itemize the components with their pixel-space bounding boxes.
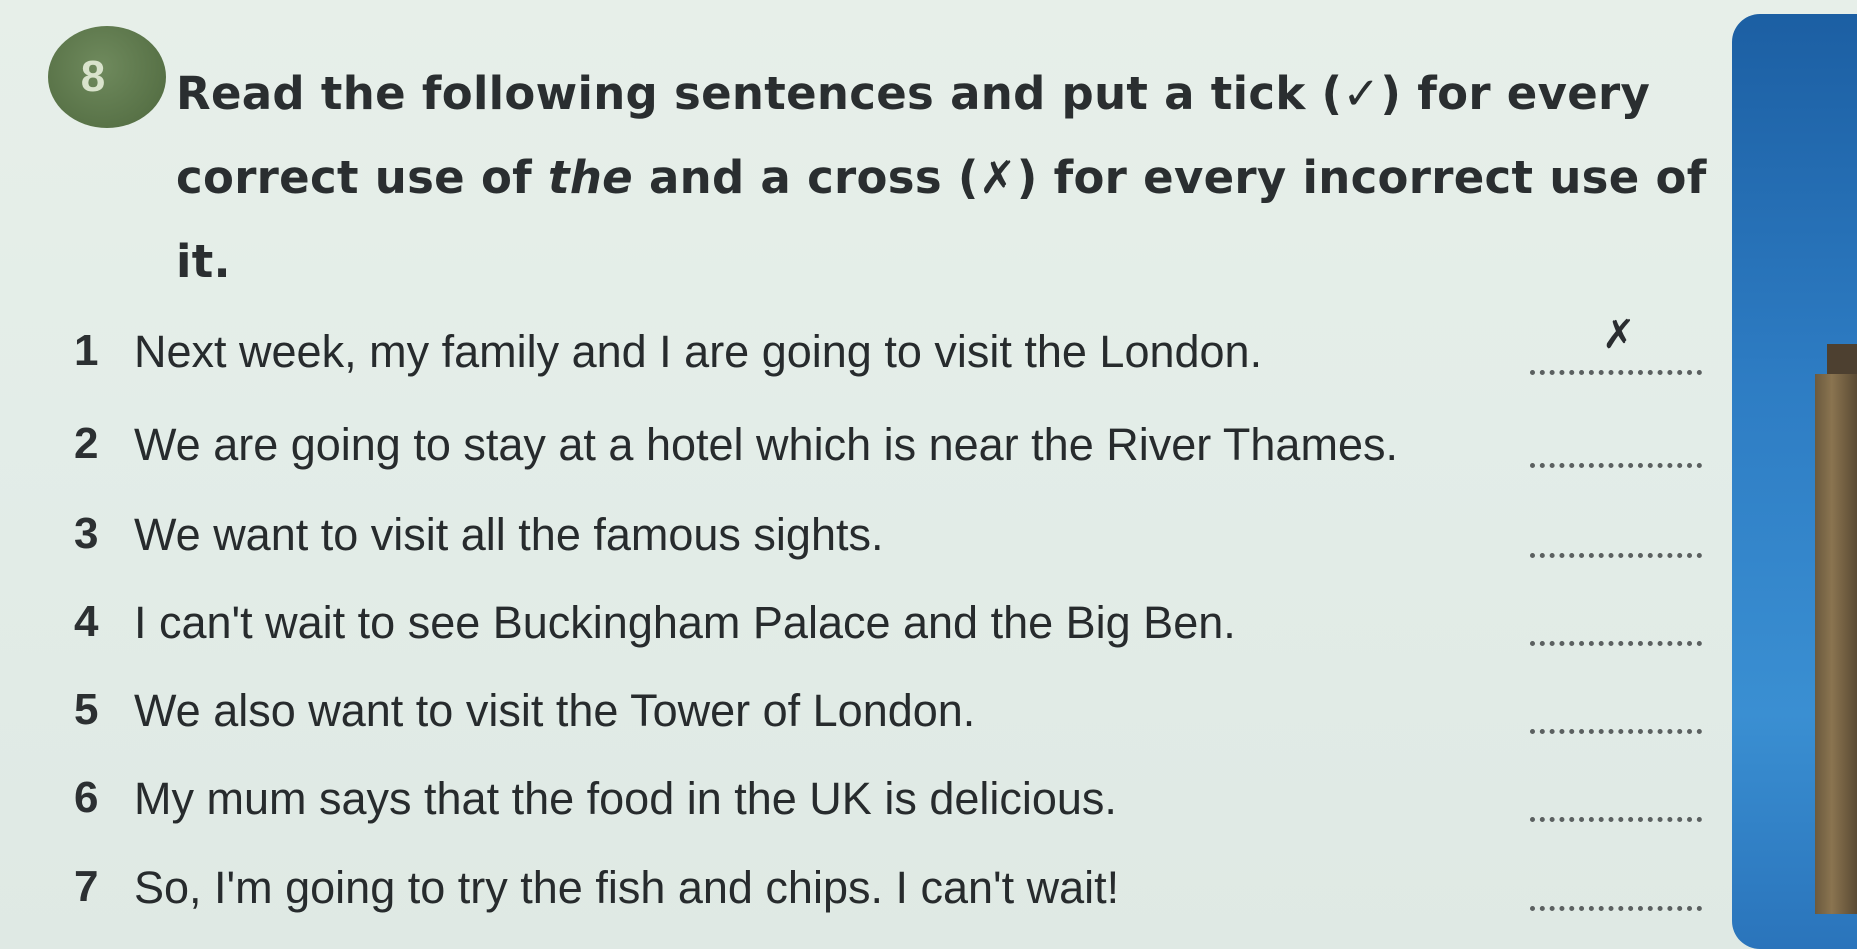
- sentence-item: 3 We want to visit all the famous sights…: [0, 509, 1720, 589]
- answer-blank[interactable]: [1530, 463, 1702, 468]
- sentence-text: I can't wait to see Buckingham Palace an…: [134, 597, 1236, 648]
- answer-mark: ✗: [1602, 312, 1636, 358]
- sentence-number: 1: [74, 326, 99, 375]
- sentence-item: 6 My mum says that the food in the UK is…: [0, 773, 1720, 853]
- sentence-number: 2: [74, 419, 99, 468]
- sentence-item: 5 We also want to visit the Tower of Lon…: [0, 685, 1720, 765]
- answer-blank[interactable]: [1530, 553, 1702, 558]
- sentence-text: So, I'm going to try the fish and chips.…: [134, 862, 1120, 913]
- sentence-text: My mum says that the food in the UK is d…: [134, 773, 1117, 824]
- sentence-text: We are going to stay at a hotel which is…: [134, 419, 1398, 470]
- answer-blank[interactable]: [1530, 641, 1702, 646]
- sentence-text: We want to visit all the famous sights.: [134, 509, 884, 560]
- answer-blank[interactable]: [1530, 729, 1702, 734]
- sentence-number: 5: [74, 685, 99, 734]
- answer-blank[interactable]: [1530, 906, 1702, 911]
- sentence-number: 4: [74, 597, 99, 646]
- answer-blank[interactable]: [1530, 370, 1702, 375]
- london-photo: [1732, 14, 1857, 949]
- sentence-item: 7 So, I'm going to try the fish and chip…: [0, 862, 1720, 942]
- sentence-text: We also want to visit the Tower of Londo…: [134, 685, 976, 736]
- sentence-item: 1 Next week, my family and I are going t…: [0, 312, 1720, 406]
- sentence-number: 7: [74, 862, 99, 911]
- worksheet-page: 8 Read the following sentences and put a…: [0, 0, 1857, 949]
- sentence-text: Next week, my family and I are going to …: [134, 326, 1263, 377]
- sentence-item: 4 I can't wait to see Buckingham Palace …: [0, 597, 1720, 677]
- big-ben-tower: [1815, 374, 1857, 914]
- sentence-number: 6: [74, 773, 99, 822]
- answer-blank[interactable]: [1530, 817, 1702, 822]
- sentence-number: 3: [74, 509, 99, 558]
- sentence-list: 1 Next week, my family and I are going t…: [0, 0, 1857, 949]
- sentence-item: 2 We are going to stay at a hotel which …: [0, 419, 1720, 499]
